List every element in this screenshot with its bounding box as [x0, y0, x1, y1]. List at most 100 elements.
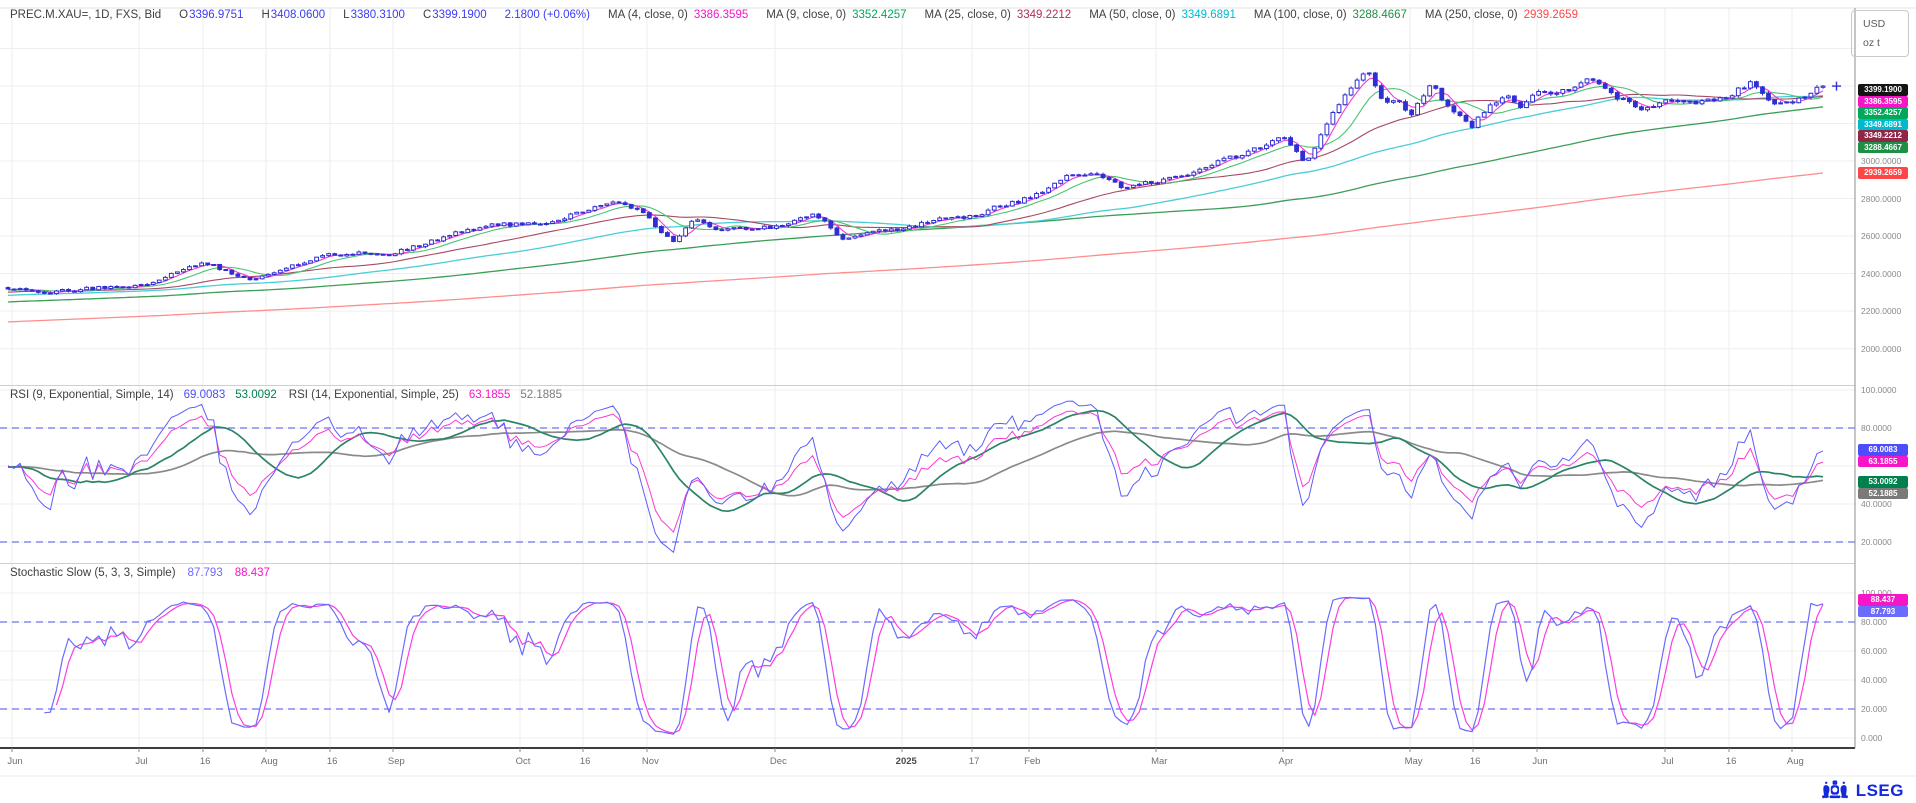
price-tag: 87.793: [1858, 606, 1908, 618]
price-tag: 3399.1900: [1858, 84, 1908, 96]
x-axis-label: Apr: [1279, 756, 1294, 767]
axis-tick-label: 2600.0000: [1861, 231, 1901, 241]
lseg-crest-icon: [1820, 779, 1850, 803]
x-axis-label: Dec: [770, 756, 787, 767]
axis-tick-label: 2400.0000: [1861, 269, 1901, 279]
x-axis-label: May: [1405, 756, 1423, 767]
rsi-value-2: 53.0092: [235, 389, 277, 401]
ohlc-close-label: C: [423, 9, 431, 21]
unit-currency-label: USD: [1863, 18, 1908, 30]
x-axis-label: Mar: [1151, 756, 1167, 767]
ma-legend-label: MA (9, close, 0): [766, 9, 846, 21]
ma-legend-label: MA (100, close, 0): [1254, 9, 1347, 21]
x-axis-label: Aug: [1787, 756, 1804, 767]
x-axis-label: 17: [969, 756, 980, 767]
ohlc-high: H3408.0600: [261, 9, 325, 21]
stoch-value-1: 87.793: [188, 567, 223, 579]
price-tag: 53.0092: [1858, 476, 1908, 488]
ohlc-close: C3399.1900: [423, 9, 487, 21]
x-axis-label: Nov: [642, 756, 659, 767]
ma-legend-value: 3288.4667: [1353, 9, 1407, 21]
axis-tick-label: 2000.0000: [1861, 344, 1901, 354]
ma-legend-value: 3352.4257: [852, 9, 906, 21]
rsi-value-1: 69.0083: [184, 389, 226, 401]
price-tag: 63.1855: [1858, 456, 1908, 468]
axis-tick-label: 20.000: [1861, 704, 1887, 714]
axis-tick-label: 80.000: [1861, 617, 1887, 627]
x-axis-label: 16: [580, 756, 591, 767]
x-axis-label: Jun: [7, 756, 22, 767]
rsi-panel-title: RSI (9, Exponential, Simple, 14) 69.0083 5…: [10, 389, 562, 401]
price-tag: 3352.4257: [1858, 107, 1908, 119]
axis-tick-label: 0.000: [1861, 733, 1882, 743]
axis-tick-label: 20.0000: [1861, 537, 1892, 547]
stoch-panel-title: Stochastic Slow (5, 3, 3, Simple) 87.793…: [10, 567, 270, 579]
change-value: 2.1800 (+0.06%): [505, 9, 590, 21]
x-axis-label: 16: [1470, 756, 1481, 767]
x-axis-label: Aug: [261, 756, 278, 767]
ohlc-open: O3396.9751: [179, 9, 243, 21]
price-tag: 88.437: [1858, 594, 1908, 606]
ma-legend-item-6[interactable]: MA (250, close, 0) 2939.2659: [1425, 9, 1578, 21]
ma-legend-label: MA (4, close, 0): [608, 9, 688, 21]
x-axis-label: Oct: [516, 756, 531, 767]
ohlc-low-label: L: [343, 9, 349, 21]
x-axis-label: Sep: [388, 756, 405, 767]
ma-legend-item-2[interactable]: MA (9, close, 0) 3352.4257: [766, 9, 906, 21]
axis-tick-label: 40.0000: [1861, 499, 1892, 509]
ohlc-close-value: 3399.1900: [432, 9, 486, 21]
ma-legend-label: MA (25, close, 0): [925, 9, 1011, 21]
ma-legend-value: 3349.2212: [1017, 9, 1071, 21]
ma-legend-label: MA (50, close, 0): [1089, 9, 1175, 21]
ohlc-low-value: 3380.3100: [351, 9, 405, 21]
x-axis-label: 16: [327, 756, 338, 767]
lseg-logo: LSEG: [1820, 779, 1904, 803]
unit-measure-label: oz t: [1863, 37, 1908, 49]
x-axis-label: Jul: [135, 756, 147, 767]
axis-tick-label: 40.000: [1861, 675, 1887, 685]
ma-legend-value: 2939.2659: [1524, 9, 1578, 21]
ma-legend-label: MA (250, close, 0): [1425, 9, 1518, 21]
rsi-value-2: 52.1885: [520, 389, 562, 401]
ma-legend-item-4[interactable]: MA (50, close, 0) 3349.6891: [1089, 9, 1236, 21]
ma-legend-item-5[interactable]: MA (100, close, 0) 3288.4667: [1254, 9, 1407, 21]
stoch-value-2: 88.437: [235, 567, 270, 579]
price-tag: 3386.3595: [1858, 96, 1908, 108]
instrument-title[interactable]: PREC.M.XAU=, 1D, FXS, Bid: [10, 9, 161, 21]
ma-legend-value: 3349.6891: [1181, 9, 1235, 21]
price-tag: 52.1885: [1858, 488, 1908, 500]
lseg-logo-text: LSEG: [1856, 781, 1904, 801]
rsi-group-1[interactable]: RSI (9, Exponential, Simple, 14) 69.0083 5…: [10, 389, 277, 401]
price-tag: 2939.2659: [1858, 167, 1908, 179]
price-tag: 3288.4667: [1858, 142, 1908, 154]
axis-tick-label: 80.0000: [1861, 423, 1892, 433]
price-tag: 3349.2212: [1858, 130, 1908, 142]
x-axis-label: Jun: [1532, 756, 1547, 767]
stoch-title-text[interactable]: Stochastic Slow (5, 3, 3, Simple): [10, 567, 176, 579]
ohlc-high-label: H: [261, 9, 269, 21]
ohlc-open-label: O: [179, 9, 188, 21]
x-axis-label: Jul: [1661, 756, 1673, 767]
ohlc-low: L3380.3100: [343, 9, 405, 21]
x-axis-label: 16: [200, 756, 211, 767]
rsi-group-title: RSI (9, Exponential, Simple, 14): [10, 389, 174, 401]
x-axis-label: Feb: [1024, 756, 1040, 767]
axis-unit-box[interactable]: USD oz t: [1851, 10, 1909, 57]
rsi-group-title: RSI (14, Exponential, Simple, 25): [289, 389, 459, 401]
rsi-value-1: 63.1855: [469, 389, 511, 401]
ohlc-high-value: 3408.0600: [271, 9, 325, 21]
x-axis-label: 2025: [896, 756, 917, 767]
rsi-group-2[interactable]: RSI (14, Exponential, Simple, 25) 63.1855…: [289, 389, 562, 401]
ohlc-open-value: 3396.9751: [189, 9, 243, 21]
x-axis-label: 16: [1726, 756, 1737, 767]
axis-tick-label: 2200.0000: [1861, 306, 1901, 316]
ma-legend-item-3[interactable]: MA (25, close, 0) 3349.2212: [925, 9, 1072, 21]
price-tag: 69.0083: [1858, 444, 1908, 456]
chart-legend-bar: PREC.M.XAU=, 1D, FXS, Bid O3396.9751 H340…: [10, 9, 1578, 21]
ma-legend-value: 3386.3595: [694, 9, 748, 21]
axis-tick-label: 3000.0000: [1861, 156, 1901, 166]
axis-tick-label: 2800.0000: [1861, 194, 1901, 204]
ma-legend-item-1[interactable]: MA (4, close, 0) 3386.3595: [608, 9, 748, 21]
chart-window: PREC.M.XAU=, 1D, FXS, Bid O3396.9751 H340…: [0, 0, 1916, 803]
axis-tick-label: 60.000: [1861, 646, 1887, 656]
